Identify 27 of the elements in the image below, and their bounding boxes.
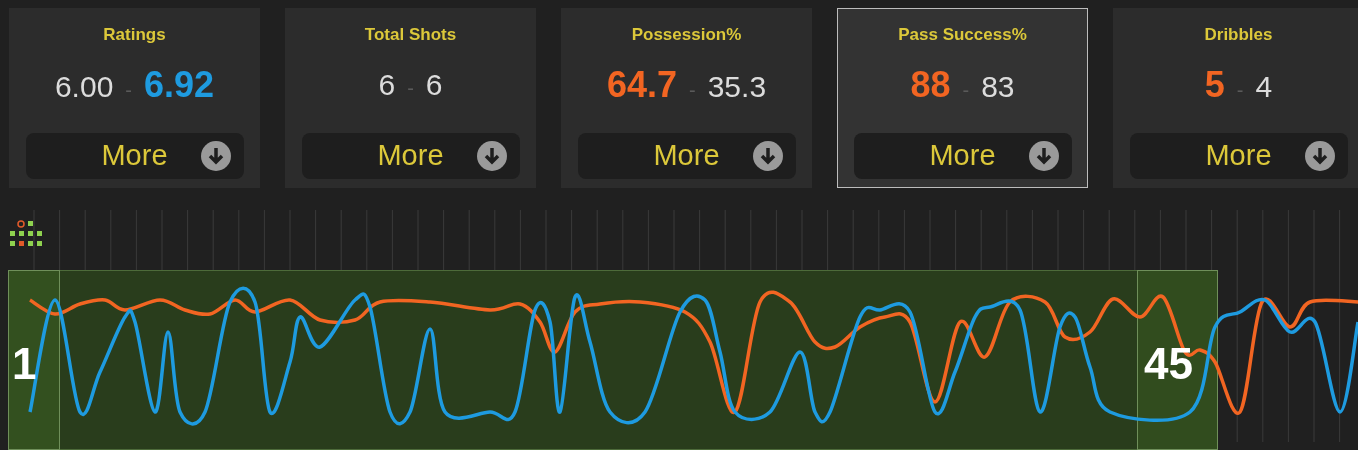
- more-button[interactable]: More: [577, 133, 796, 179]
- stat-title: Dribbles: [1204, 25, 1273, 45]
- value-separator: -: [689, 78, 696, 103]
- stat-title: Possession%: [631, 25, 742, 45]
- value-separator: -: [125, 78, 132, 103]
- away-value: 83: [981, 69, 1015, 105]
- home-value: 6: [378, 67, 396, 103]
- home-value: 5: [1204, 65, 1225, 105]
- away-value: 6: [425, 67, 443, 103]
- away-value: 35.3: [707, 69, 767, 105]
- value-separator: -: [1236, 78, 1244, 103]
- more-button[interactable]: More: [853, 133, 1072, 179]
- home-value: 88: [910, 65, 951, 105]
- more-button[interactable]: More: [25, 133, 244, 179]
- period-marker: 45: [1144, 340, 1193, 388]
- more-button[interactable]: More: [301, 133, 520, 179]
- away-value: 6.92: [144, 65, 215, 105]
- stat-title: Total Shots: [364, 25, 457, 45]
- value-separator: -: [962, 78, 970, 103]
- period-marker: 1: [12, 340, 37, 388]
- value-separator: -: [407, 76, 414, 101]
- more-button[interactable]: More: [1129, 133, 1348, 179]
- away-value: 4: [1255, 69, 1273, 105]
- stat-title: Pass Success%: [898, 25, 1027, 45]
- stat-title: Ratings: [103, 25, 166, 45]
- home-value: 6.00: [54, 69, 114, 105]
- home-value: 64.7: [606, 65, 677, 105]
